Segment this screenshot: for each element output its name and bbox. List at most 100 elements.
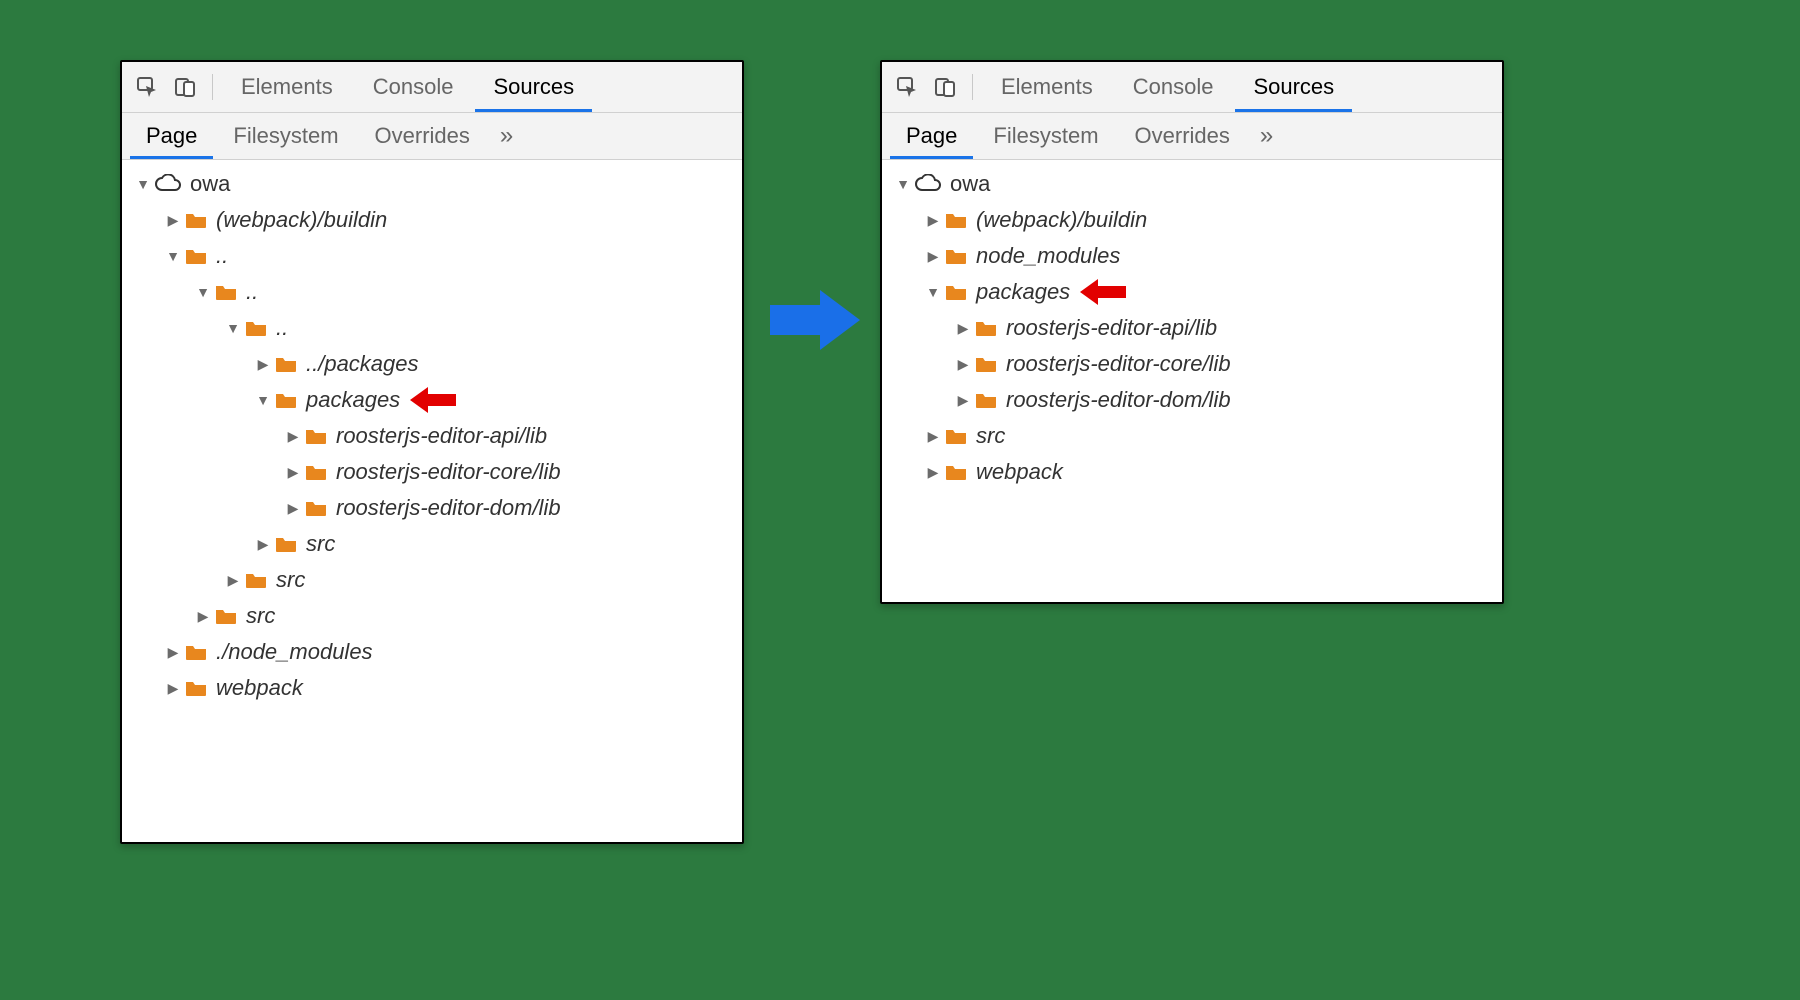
chevron-right-icon: ▶ [956, 320, 970, 337]
chevron-right-icon: ▶ [226, 572, 240, 589]
tree-row[interactable]: ▼ .. [130, 310, 736, 346]
source-tree-after: ▼ owa ▶ (webpack)/buildin ▶ node_modules [882, 160, 1502, 500]
tree-row[interactable]: ▶ (webpack)/buildin [890, 202, 1496, 238]
tree-row[interactable]: ▼ .. [130, 238, 736, 274]
tree-label: .. [216, 243, 228, 269]
sources-subtabs: Page Filesystem Overrides » [882, 113, 1502, 160]
tree-label: src [306, 531, 335, 557]
tab-label: Sources [1253, 74, 1334, 100]
tab-console[interactable]: Console [1115, 62, 1232, 112]
tree-label: packages [306, 387, 400, 413]
chevron-down-icon: ▼ [166, 248, 180, 264]
tree-row-packages-highlighted[interactable]: ▼ packages [130, 382, 736, 418]
tree-label: roosterjs-editor-dom/lib [336, 495, 561, 521]
tree-row[interactable]: ▶ webpack [890, 454, 1496, 490]
tree-row[interactable]: ▶ src [890, 418, 1496, 454]
tab-elements[interactable]: Elements [983, 62, 1111, 112]
folder-icon [244, 571, 268, 589]
tree-label: roosterjs-editor-api/lib [1006, 315, 1217, 341]
chevron-right-icon: ▶ [196, 608, 210, 625]
tree-row[interactable]: ▼ .. [130, 274, 736, 310]
tab-console[interactable]: Console [355, 62, 472, 112]
tree-row[interactable]: ▶ roosterjs-editor-dom/lib [130, 490, 736, 526]
devtools-panel-before: Elements Console Sources Page Filesystem… [120, 60, 744, 844]
tree-label: ./node_modules [216, 639, 373, 665]
tree-row[interactable]: ▶ roosterjs-editor-api/lib [130, 418, 736, 454]
tree-row[interactable]: ▶ node_modules [890, 238, 1496, 274]
tree-label: webpack [976, 459, 1063, 485]
subtab-label: Page [906, 123, 957, 149]
tree-label: roosterjs-editor-dom/lib [1006, 387, 1231, 413]
chevron-down-icon: ▼ [896, 176, 910, 192]
folder-icon [944, 463, 968, 481]
tree-row[interactable]: ▶ src [130, 562, 736, 598]
tree-row[interactable]: ▶ roosterjs-editor-core/lib [130, 454, 736, 490]
subtab-overflow-icon[interactable]: » [1250, 122, 1283, 150]
tab-sources[interactable]: Sources [1235, 62, 1352, 112]
tree-row[interactable]: ▶ ../packages [130, 346, 736, 382]
tab-label: Console [1133, 74, 1214, 100]
tree-label: (webpack)/buildin [216, 207, 387, 233]
tree-row[interactable]: ▶ src [130, 526, 736, 562]
subtab-filesystem[interactable]: Filesystem [217, 113, 354, 159]
sources-subtabs: Page Filesystem Overrides » [122, 113, 742, 160]
tree-label: src [976, 423, 1005, 449]
tree-row[interactable]: ▶ src [130, 598, 736, 634]
tree-row[interactable]: ▶ webpack [130, 670, 736, 706]
chevron-right-icon: ▶ [256, 536, 270, 553]
inspect-element-icon[interactable] [130, 70, 164, 104]
tree-row[interactable]: ▶ roosterjs-editor-api/lib [890, 310, 1496, 346]
device-toolbar-icon[interactable] [928, 70, 962, 104]
folder-icon [944, 427, 968, 445]
tabbar-separator [972, 74, 973, 100]
tree-row-packages-highlighted[interactable]: ▼ packages [890, 274, 1496, 310]
chevron-right-icon: ▶ [256, 356, 270, 373]
tree-row-root[interactable]: ▼ owa [890, 166, 1496, 202]
chevron-right-icon: ▶ [926, 212, 940, 229]
devtools-tabbar: Elements Console Sources [122, 62, 742, 113]
subtab-overrides[interactable]: Overrides [359, 113, 486, 159]
chevron-right-icon: ▶ [926, 248, 940, 265]
tree-row[interactable]: ▶ (webpack)/buildin [130, 202, 736, 238]
tree-row[interactable]: ▶ roosterjs-editor-core/lib [890, 346, 1496, 382]
folder-icon [944, 211, 968, 229]
tree-label: .. [276, 315, 288, 341]
folder-icon [274, 535, 298, 553]
subtab-label: Page [146, 123, 197, 149]
subtab-page[interactable]: Page [130, 113, 213, 159]
tree-label: owa [190, 171, 230, 197]
transition-arrow-icon [770, 290, 860, 350]
tree-label: ../packages [306, 351, 419, 377]
tree-row[interactable]: ▶ roosterjs-editor-dom/lib [890, 382, 1496, 418]
device-toolbar-icon[interactable] [168, 70, 202, 104]
tree-row[interactable]: ▶ ./node_modules [130, 634, 736, 670]
tab-sources[interactable]: Sources [475, 62, 592, 112]
subtab-overflow-icon[interactable]: » [490, 122, 523, 150]
chevron-right-icon: ▶ [956, 392, 970, 409]
folder-icon [304, 499, 328, 517]
tree-row-root[interactable]: ▼ owa [130, 166, 736, 202]
folder-icon [214, 283, 238, 301]
tree-label: src [276, 567, 305, 593]
folder-icon [274, 391, 298, 409]
chevron-right-icon: ▶ [956, 356, 970, 373]
subtab-overrides[interactable]: Overrides [1119, 113, 1246, 159]
folder-icon [304, 463, 328, 481]
subtab-filesystem[interactable]: Filesystem [977, 113, 1114, 159]
folder-icon [184, 679, 208, 697]
folder-icon [944, 247, 968, 265]
tree-label: roosterjs-editor-core/lib [1006, 351, 1231, 377]
devtools-panel-after: Elements Console Sources Page Filesystem… [880, 60, 1504, 604]
chevron-right-icon: ▶ [286, 500, 300, 517]
tree-label: .. [246, 279, 258, 305]
subtab-page[interactable]: Page [890, 113, 973, 159]
tab-elements[interactable]: Elements [223, 62, 351, 112]
highlight-arrow-icon [1080, 277, 1126, 307]
inspect-element-icon[interactable] [890, 70, 924, 104]
tree-label: owa [950, 171, 990, 197]
chevron-down-icon: ▼ [226, 320, 240, 336]
tab-label: Console [373, 74, 454, 100]
highlight-arrow-icon [410, 385, 456, 415]
chevron-right-icon: ▶ [166, 680, 180, 697]
subtab-label: Filesystem [993, 123, 1098, 149]
